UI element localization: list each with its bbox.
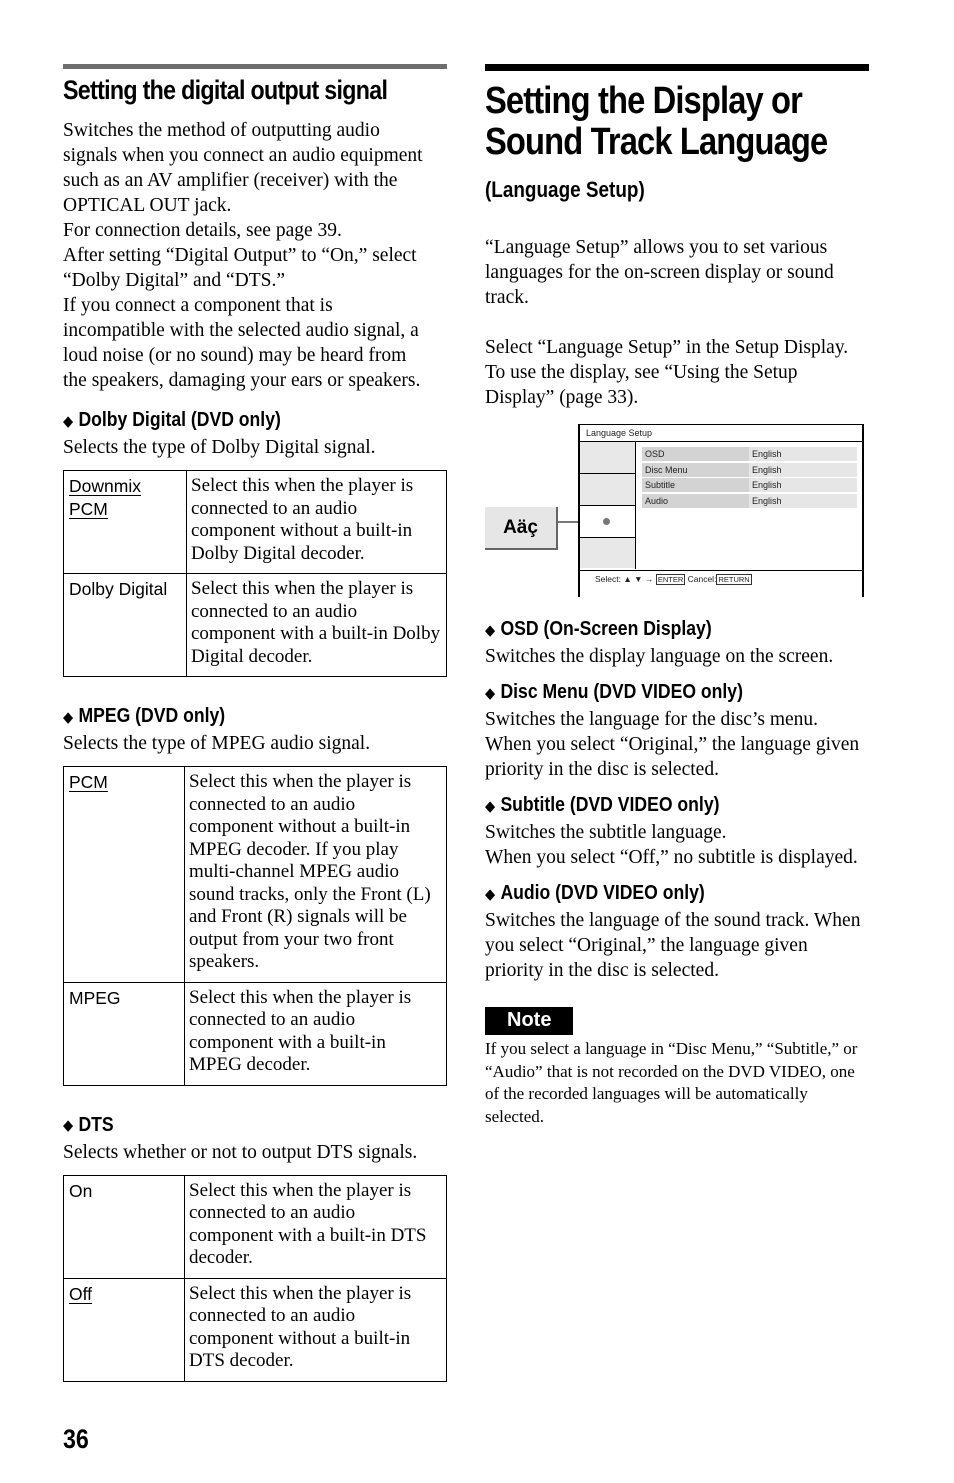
intro-line: such as an AV amplifier (receiver) with …: [63, 170, 398, 191]
option-description: Select this when the player is connected…: [184, 1174, 447, 1279]
subsection-description: Selects the type of MPEG audio signal.: [63, 733, 371, 754]
intro-paragraph: “Language Setup” allows you to set vario…: [485, 237, 834, 308]
item-text: Switches the subtitle language. When you…: [485, 822, 858, 868]
setup-display-frame: Language Setup OSD English Disc Menu Eng…: [578, 424, 864, 597]
language-setup-icon: Aäç: [485, 507, 558, 550]
setup-row-audio[interactable]: Audio English: [642, 493, 857, 508]
left-column: Setting the digital output signal Switch…: [63, 64, 447, 1382]
table-row: PCM Select this when the player is conne…: [63, 766, 447, 983]
connector-dot: [603, 518, 610, 525]
diamond-bullet-icon: ◆: [485, 621, 496, 639]
intro-line: loud noise (or no sound) may be heard fr…: [63, 345, 407, 366]
options-table-mpeg: PCM Select this when the player is conne…: [63, 766, 447, 1086]
setup-display-footer: Select: ▲ ▼ → ENTER Cancel: RETURN: [595, 574, 752, 585]
diamond-bullet-icon: ◆: [63, 1117, 74, 1134]
intro-line: incompatible with the selected audio sig…: [63, 320, 419, 341]
intro-line: OPTICAL OUT jack.: [63, 195, 232, 216]
section-title: Setting the digital output signal: [63, 75, 388, 105]
item-text: Switches the language for the disc’s men…: [485, 709, 860, 780]
item-text: Switches the language of the sound track…: [485, 910, 861, 981]
option-name: Dolby Digital: [63, 573, 187, 677]
intro-line: If you connect a component that is: [63, 295, 333, 316]
option-description: Select this when the player is connected…: [184, 981, 447, 1086]
table-row: On Select this when the player is connec…: [63, 1174, 447, 1279]
return-key: RETURN: [716, 574, 752, 585]
arrow-keys-icon: ▲ ▼ →: [623, 574, 654, 584]
intro-line: For connection details, see page 39.: [63, 220, 342, 241]
intro-line: Switches the method of outputting audio: [63, 120, 380, 141]
item-heading-disc-menu: ◆ Disc Menu (DVD VIDEO only): [485, 681, 743, 703]
category-slot[interactable]: [580, 474, 635, 506]
table-row: Dolby Digital Select this when the playe…: [63, 573, 447, 677]
diamond-bullet-icon: ◆: [63, 412, 74, 430]
intro-text: Switches the method of outputting audio …: [63, 118, 447, 393]
item-heading-osd: ◆ OSD (On-Screen Display): [485, 618, 712, 640]
right-column: Setting the Display or Sound Track Langu…: [485, 64, 869, 410]
subsection-heading-mpeg: ◆ MPEG (DVD only): [63, 705, 401, 728]
options-table-dolby: Downmix PCM Select this when the player …: [63, 470, 447, 677]
note-text: If you select a language in “Disc Menu,”…: [485, 1039, 858, 1126]
item-heading-audio: ◆ Audio (DVD VIDEO only): [485, 882, 705, 904]
option-name: On: [63, 1174, 185, 1279]
diamond-bullet-icon: ◆: [63, 708, 74, 726]
setup-rows: OSD English Disc Menu English Subtitle E…: [642, 447, 857, 509]
item-text: Switches the display language on the scr…: [485, 646, 834, 667]
setup-row-disc-menu[interactable]: Disc Menu English: [642, 462, 857, 477]
instruction-paragraph: Select “Language Setup” in the Setup Dis…: [485, 337, 849, 408]
setup-display-title: Language Setup: [586, 428, 653, 438]
language-setup-display: Aäç Language Setup OSD English Disc Menu…: [485, 424, 865, 599]
category-slot[interactable]: [580, 442, 635, 474]
subsection-title: Dolby Digital (DVD only): [78, 409, 281, 431]
table-row: Downmix PCM Select this when the player …: [63, 470, 447, 574]
setup-row-osd[interactable]: OSD English: [642, 447, 857, 461]
subsection-description: Selects whether or not to output DTS sig…: [63, 1141, 418, 1163]
subsection-description: Selects the type of Dolby Digital signal…: [63, 437, 376, 458]
options-table-dts: On Select this when the player is connec…: [63, 1174, 447, 1382]
subsection-heading-dts: ◆ DTS: [63, 1114, 401, 1137]
category-slot[interactable]: [580, 538, 635, 568]
enter-key: ENTER: [655, 574, 686, 585]
table-row: Off Select this when the player is conne…: [63, 1277, 447, 1382]
diamond-bullet-icon: ◆: [485, 684, 496, 702]
page-number: 36: [63, 1424, 89, 1454]
section-rule: [63, 64, 447, 69]
diamond-bullet-icon: ◆: [485, 797, 496, 815]
language-options: ◆ OSD (On-Screen Display) Switches the d…: [485, 604, 869, 1128]
intro-line: “Dolby Digital” and “DTS.”: [63, 270, 286, 291]
diamond-bullet-icon: ◆: [485, 885, 496, 903]
intro-line: signals when you connect an audio equipm…: [63, 145, 423, 166]
option-description: Select this when the player is connected…: [186, 470, 447, 574]
option-description: Select this when the player is connected…: [184, 1277, 447, 1382]
intro-line: After setting “Digital Output” to “On,” …: [63, 245, 417, 266]
chapter-rule: [485, 64, 869, 71]
option-name: MPEG: [63, 981, 185, 1086]
subsection-title: MPEG (DVD only): [78, 705, 226, 727]
option-name: Downmix PCM: [63, 470, 187, 574]
subsection-title: DTS: [78, 1113, 114, 1136]
note-badge: Note: [485, 1007, 574, 1035]
item-heading-subtitle: ◆ Subtitle (DVD VIDEO only): [485, 794, 720, 816]
intro-line: the speakers, damaging your ears or spea…: [63, 370, 421, 391]
option-name: PCM: [63, 766, 185, 983]
option-description: Select this when the player is connected…: [184, 766, 447, 983]
table-row: MPEG Select this when the player is conn…: [63, 981, 447, 1086]
chapter-subtitle: (Language Setup): [485, 177, 645, 202]
setup-row-subtitle[interactable]: Subtitle English: [642, 478, 857, 492]
option-description: Select this when the player is connected…: [186, 573, 447, 677]
subsection-heading-dolby: ◆ Dolby Digital (DVD only): [63, 409, 401, 432]
setup-category-list: [580, 442, 636, 569]
chapter-title: Setting the Display or Sound Track Langu…: [485, 80, 828, 163]
option-name: Off: [63, 1277, 185, 1382]
